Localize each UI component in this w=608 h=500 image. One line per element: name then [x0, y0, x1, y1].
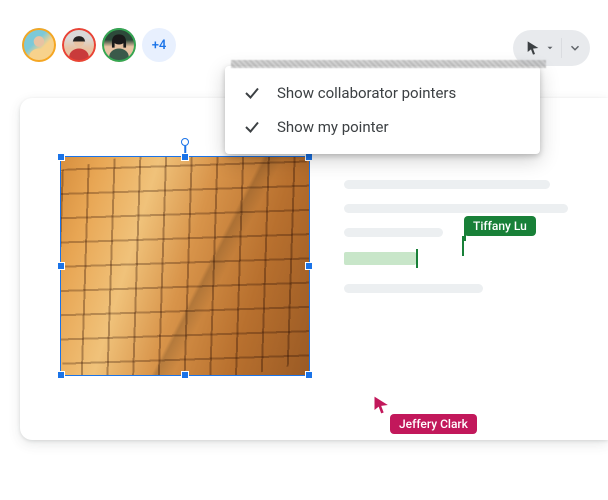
resize-handle-br[interactable]	[305, 371, 313, 379]
resize-handle-bm[interactable]	[181, 371, 189, 379]
text-line-placeholder	[344, 180, 550, 189]
resize-handle-tr[interactable]	[305, 153, 313, 161]
separator	[561, 38, 562, 58]
text-line-placeholder	[344, 228, 443, 237]
resize-handle-tl[interactable]	[57, 153, 65, 161]
menu-item-label: Show collaborator pointers	[277, 84, 456, 102]
menu-item-label: Show my pointer	[277, 118, 389, 136]
avatar[interactable]	[62, 28, 96, 62]
collaborator-pointer-jeffery	[372, 394, 392, 416]
resize-handle-mr[interactable]	[305, 262, 313, 270]
text-line-placeholder	[344, 284, 483, 293]
pointer-icon	[372, 394, 392, 416]
collaborator-pointer-label-jeffery: Jeffery Clark	[390, 414, 477, 434]
avatar[interactable]	[102, 28, 136, 62]
check-icon	[243, 118, 261, 136]
more-count: +4	[152, 38, 167, 53]
resize-handle-ml[interactable]	[57, 262, 65, 270]
avatar[interactable]	[22, 28, 56, 62]
selection-outline	[60, 156, 310, 376]
text-block	[344, 180, 568, 308]
resize-handle-bl[interactable]	[57, 371, 65, 379]
selection-highlight	[344, 252, 416, 265]
collaborator-avatars: +4	[22, 28, 176, 62]
rotate-handle[interactable]	[181, 138, 189, 146]
collaborator-cursor-label-tiffany: Tiffany Lu	[464, 216, 536, 236]
collaborator-name: Tiffany Lu	[473, 219, 527, 233]
menu-item-show-collaborator-pointers[interactable]: Show collaborator pointers	[225, 76, 540, 110]
pointer-dropdown-menu: Show collaborator pointers Show my point…	[225, 66, 540, 154]
caret-down-icon	[545, 43, 555, 53]
menu-item-show-my-pointer[interactable]: Show my pointer	[225, 110, 540, 144]
check-icon	[243, 84, 261, 102]
resize-handle-tm[interactable]	[181, 153, 189, 161]
selected-image[interactable]	[60, 142, 310, 376]
chevron-down-icon	[568, 41, 582, 55]
text-line-placeholder	[344, 204, 568, 213]
collaborator-name: Jeffery Clark	[399, 417, 468, 431]
more-collaborators-badge[interactable]: +4	[142, 28, 176, 62]
pointer-icon	[525, 40, 541, 56]
